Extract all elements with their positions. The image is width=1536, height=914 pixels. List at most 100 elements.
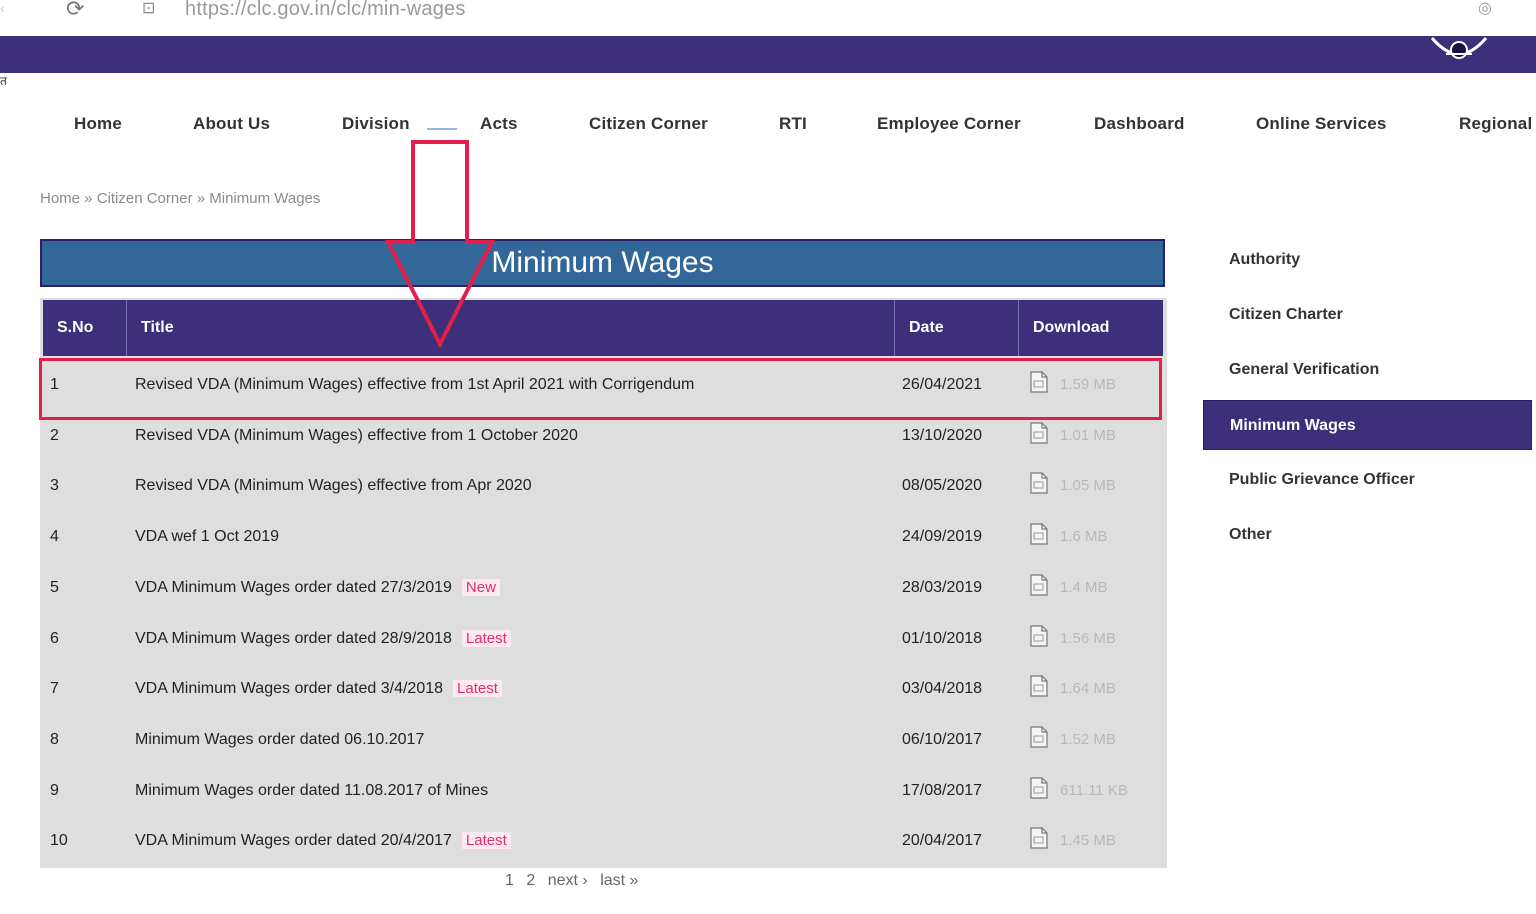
browser-address-bar: ‹ ⟳ ⊡ https://clc.gov.in/clc/min-wages ◎: [0, 0, 1536, 36]
file-size: 1.59 MB: [1060, 376, 1116, 393]
pdf-icon[interactable]: [1030, 827, 1048, 849]
file-size: 1.05 MB: [1060, 477, 1116, 495]
page-title: Minimum Wages: [491, 246, 714, 279]
profile-icon[interactable]: ◎: [1478, 0, 1500, 22]
row-title-text: VDA Minimum Wages order dated 3/4/2018: [135, 680, 444, 698]
pdf-icon[interactable]: [1030, 422, 1048, 444]
nav-dashboard[interactable]: Dashboard: [1094, 114, 1185, 134]
download-link[interactable]: 1.01 MB: [1030, 410, 1116, 461]
side-mark: त: [0, 74, 7, 88]
sidebar-item-public-grievance-officer[interactable]: Public Grievance Officer: [1203, 455, 1532, 505]
nav-hover-indicator: [427, 128, 457, 130]
table-row: 8 Minimum Wages order dated 06.10.2017 06/…: [40, 714, 1167, 765]
row-title: VDA Minimum Wages order dated 20/4/2017 L…: [135, 815, 511, 866]
header-download: Download: [1033, 319, 1110, 336]
pdf-icon[interactable]: [1030, 472, 1048, 494]
pdf-icon[interactable]: [1030, 776, 1048, 799]
nav-employee-corner[interactable]: Employee Corner: [877, 114, 1021, 134]
back-icon[interactable]: ‹: [0, 0, 20, 18]
row-title-text: Revised VDA (Minimum Wages) effective fr…: [135, 477, 532, 495]
breadcrumb-home[interactable]: Home: [40, 190, 80, 207]
nav-citizen-corner[interactable]: Citizen Corner: [589, 114, 708, 134]
nav-home[interactable]: Home: [74, 114, 122, 134]
download-link[interactable]: 1.45 MB: [1030, 815, 1116, 866]
table-row: 7 VDA Minimum Wages order dated 3/4/2018 L…: [40, 663, 1167, 714]
sidebar-item-other[interactable]: Other: [1203, 510, 1532, 560]
table-row: 1 Revised VDA (Minimum Wages) effective f…: [40, 359, 1167, 410]
nav-about-us[interactable]: About Us: [193, 114, 270, 134]
reload-icon[interactable]: ⟳: [66, 0, 92, 22]
row-date: 28/03/2019: [902, 578, 983, 596]
download-link[interactable]: 1.05 MB: [1030, 460, 1116, 511]
row-sno: 8: [50, 730, 59, 748]
sidebar-item-citizen-charter[interactable]: Citizen Charter: [1203, 290, 1532, 340]
nav-division[interactable]: Division: [342, 114, 410, 134]
sidebar-item-minimum-wages[interactable]: Minimum Wages: [1203, 400, 1532, 450]
page-title-bar: Minimum Wages: [40, 239, 1165, 287]
nav-online-services[interactable]: Online Services: [1256, 114, 1387, 134]
file-size: 1.45 MB: [1060, 832, 1116, 850]
download-link[interactable]: 1.52 MB: [1030, 714, 1116, 765]
row-date: 06/10/2017: [902, 730, 983, 748]
table-row: 2 Revised VDA (Minimum Wages) effective f…: [40, 410, 1167, 461]
pdf-icon[interactable]: [1030, 624, 1048, 647]
url-input[interactable]: https://clc.gov.in/clc/min-wages: [185, 0, 466, 19]
download-link[interactable]: 1.64 MB: [1030, 663, 1116, 714]
breadcrumb: Home » Citizen Corner » Minimum Wages: [40, 190, 320, 207]
file-size: 1.52 MB: [1060, 730, 1116, 748]
pdf-icon[interactable]: [1030, 574, 1048, 596]
nav-acts[interactable]: Acts: [480, 114, 518, 134]
pager-next[interactable]: next ›: [548, 872, 588, 889]
row-title-text: VDA Minimum Wages order dated 27/3/2019: [135, 578, 452, 596]
row-title-text: VDA Minimum Wages order dated 28/9/2018: [135, 629, 452, 647]
pager-page-1[interactable]: 1: [505, 872, 514, 889]
pdf-icon[interactable]: [1030, 675, 1048, 697]
breadcrumb-separator: »: [80, 190, 97, 207]
row-title-text: Minimum Wages order dated 06.10.2017: [135, 730, 425, 748]
pdf-icon[interactable]: [1030, 523, 1048, 545]
row-date: 03/04/2018: [902, 680, 983, 698]
sidebar-item-general-verification[interactable]: General Verification: [1203, 345, 1532, 395]
pager-page-2[interactable]: 2: [526, 872, 535, 889]
new-badge: New: [461, 578, 500, 596]
table-row: 10 VDA Minimum Wages order dated 20/4/201…: [40, 815, 1167, 866]
pager: 1 2 next › last »: [505, 872, 646, 890]
pager-last[interactable]: last »: [600, 872, 638, 889]
row-sno: 4: [50, 528, 59, 546]
breadcrumb-citizen-corner[interactable]: Citizen Corner: [97, 190, 193, 207]
download-link[interactable]: 1.59 MB: [1030, 359, 1116, 410]
table-row: 9 Minimum Wages order dated 11.08.2017 of…: [40, 765, 1167, 816]
wages-table: S.No Title Date Download 1 Revised VDA (M…: [40, 298, 1167, 868]
row-title: VDA Minimum Wages order dated 27/3/2019 N…: [135, 562, 500, 613]
row-date: 13/10/2020: [902, 426, 983, 444]
row-title: VDA Minimum Wages order dated 3/4/2018 La…: [135, 663, 502, 714]
row-title-text: Revised VDA (Minimum Wages) effective fr…: [135, 426, 578, 444]
download-link[interactable]: 611.11 KB: [1030, 765, 1128, 816]
table-header: S.No Title Date Download: [43, 300, 1163, 356]
row-title-text: Revised VDA (Minimum Wages) effective fr…: [135, 376, 695, 393]
new-badge: Latest: [453, 680, 502, 698]
header-banner: [0, 36, 1536, 73]
site-info-icon[interactable]: ⊡: [142, 0, 164, 22]
file-size: 1.64 MB: [1060, 680, 1116, 698]
table-row: 5 VDA Minimum Wages order dated 27/3/2019…: [40, 562, 1167, 613]
download-link[interactable]: 1.56 MB: [1030, 613, 1116, 664]
pdf-icon[interactable]: [1030, 726, 1048, 748]
file-size: 1.6 MB: [1060, 528, 1108, 546]
row-date: 24/09/2019: [902, 528, 983, 546]
row-date: 08/05/2020: [902, 477, 983, 495]
download-link[interactable]: 1.6 MB: [1030, 511, 1108, 562]
row-title: Revised VDA (Minimum Wages) effective fr…: [135, 359, 694, 410]
row-sno: 2: [50, 426, 59, 444]
breadcrumb-separator: »: [192, 190, 210, 207]
breadcrumb-current: Minimum Wages: [209, 190, 321, 207]
nav-rti[interactable]: RTI: [779, 114, 807, 134]
file-size: 1.4 MB: [1060, 578, 1108, 596]
download-link[interactable]: 1.4 MB: [1030, 562, 1108, 613]
nav-regional[interactable]: Regional: [1459, 114, 1532, 134]
row-title: Minimum Wages order dated 11.08.2017 of …: [135, 765, 488, 816]
row-sno: 7: [50, 680, 59, 698]
pdf-icon[interactable]: [1030, 371, 1048, 393]
row-title: VDA wef 1 Oct 2019: [135, 511, 279, 562]
sidebar-item-authority[interactable]: Authority: [1203, 235, 1532, 285]
